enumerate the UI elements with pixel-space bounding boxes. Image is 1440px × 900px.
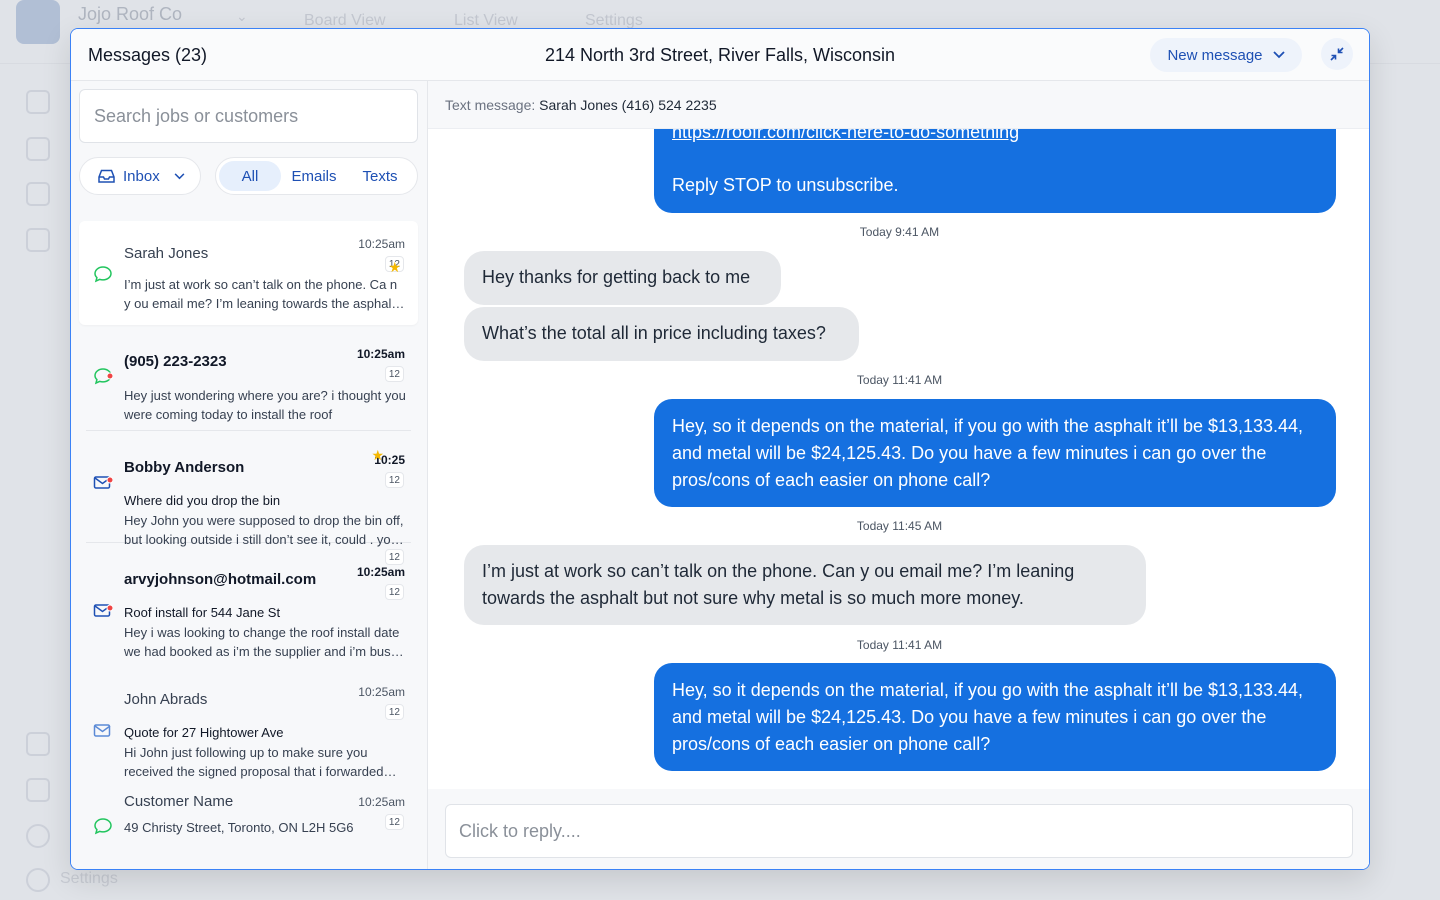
conversation-name: (905) 223-2323 [124,353,227,370]
messages-modal: Messages (23) 214 North 3rd Street, Rive… [70,28,1370,870]
outgoing-message: https://roofr.com/click-here-to-do-somet… [654,129,1336,213]
conversation-item[interactable]: Sarah Jones 10:25am 12 ★ I’m just at wor… [79,221,418,325]
incoming-message: What’s the total all in price including … [464,307,859,361]
outgoing-message: Hey, so it depends on the material, if y… [654,399,1336,507]
message-count-badge: 12 [384,472,404,488]
filter-emails[interactable]: Emails [281,161,347,191]
conversation-panel: Inbox All Emails Texts Sarah Jones 10:25… [71,81,428,869]
chat-bubble-unread-icon [94,368,113,385]
outgoing-message: Hey, so it depends on the material, if y… [654,663,1336,771]
modal-header: Messages (23) 214 North 3rd Street, Rive… [71,29,1369,81]
conversation-name: Bobby Anderson [124,459,245,476]
reply-area [428,789,1369,869]
mail-unread-icon [93,476,113,489]
conversation-time: 10:25am [358,237,405,251]
conversation-name: Customer Name [124,793,234,810]
conversation-preview: I’m just at work so can’t talk on the ph… [124,277,398,311]
conversation-time: 10:25am [358,685,405,699]
incoming-message: I’m just at work so can’t talk on the ph… [464,545,1146,625]
conversation-name: John Abrads [124,691,208,708]
message-count-badge: 12 [384,704,404,720]
mail-icon [93,724,111,737]
conversation-list: Sarah Jones 10:25am 12 ★ I’m just at wor… [79,221,418,845]
star-icon: ★ [371,447,384,463]
new-message-label: New message [1167,46,1263,64]
inbox-dropdown[interactable]: Inbox [79,157,201,195]
thread-panel: Text message: Sarah Jones (416) 524 2235… [428,81,1369,869]
mail-unread-icon [93,604,113,617]
message-timestamp: Today 9:41 AM [859,225,940,239]
message-timestamp: Today 11:41 AM [856,373,943,387]
new-message-button[interactable]: New message [1150,38,1302,72]
chevron-down-icon [1272,51,1285,59]
conversation-preview: Hey i was looking to change the roof ins… [124,625,400,659]
conversation-subject: Quote for 27 Hightower Ave [124,725,284,740]
message-timestamp: Today 11:45 AM [856,519,943,533]
collapse-icon [1330,47,1344,61]
conversation-name: Sarah Jones [124,245,209,262]
conversation-item[interactable]: John Abrads 10:25am 12 Quote for 27 High… [86,665,411,785]
thread-header: Text message: Sarah Jones (416) 524 2235 [428,81,1369,129]
reply-input[interactable] [445,804,1353,858]
star-icon: ★ [388,259,401,275]
chat-bubble-icon [94,266,112,283]
conversation-name: arvyjohnson@hotmail.com [124,571,317,588]
message-link[interactable]: https://roofr.com/click-here-to-do-somet… [672,129,1019,142]
inbox-icon [98,169,115,183]
conversation-subject: Where did you drop the bin [124,493,281,508]
search-input[interactable] [79,89,418,143]
conversation-preview: Hi John just following up to make sure y… [124,745,384,779]
thread-contact: Sarah Jones (416) 524 2235 [539,97,717,113]
inbox-label: Inbox [123,167,160,185]
incoming-message: Hey thanks for getting back to me [464,251,781,305]
conversation-time: 10:25am [356,565,405,579]
conversation-item[interactable]: Customer Name 10:25am 12 49 Christy Stre… [86,785,411,845]
conversation-time: 10:25am [358,795,405,809]
conversation-subject: Roof install for 544 Jane St [124,605,281,620]
filter-texts[interactable]: Texts [347,161,413,191]
conversation-preview: Hey just wondering where you are? i thou… [124,388,406,422]
conversation-item[interactable]: Bobby Anderson 10:25 ★ 12 Where did you … [86,431,411,547]
conversation-preview: 49 Christy Street, Toronto, ON L2H 5G6 [124,820,354,835]
conversation-time: 10:25am [356,347,405,361]
message-count-badge: 12 [384,549,404,565]
message-count-badge: 12 [384,814,404,830]
conversation-item[interactable]: (905) 223-2323 10:25am 12 Hey just wonde… [86,325,411,431]
message-timestamp: Today 11:41 AM [856,638,943,652]
message-count-badge: 12 [384,366,404,382]
chat-bubble-icon [94,818,112,835]
message-type-filter: All Emails Texts [215,157,418,195]
message-thread[interactable]: https://roofr.com/click-here-to-do-somet… [428,129,1369,789]
conversation-item[interactable]: 12 arvyjohnson@hotmail.com 10:25am 12 Ro… [86,543,411,665]
chevron-down-icon [174,172,185,179]
filter-all[interactable]: All [219,161,281,191]
thread-type-label: Text message: [445,97,536,113]
unsubscribe-text: Reply STOP to unsubscribe. [672,175,899,195]
minimize-button[interactable] [1321,38,1353,70]
message-count-badge: 12 [384,584,404,600]
